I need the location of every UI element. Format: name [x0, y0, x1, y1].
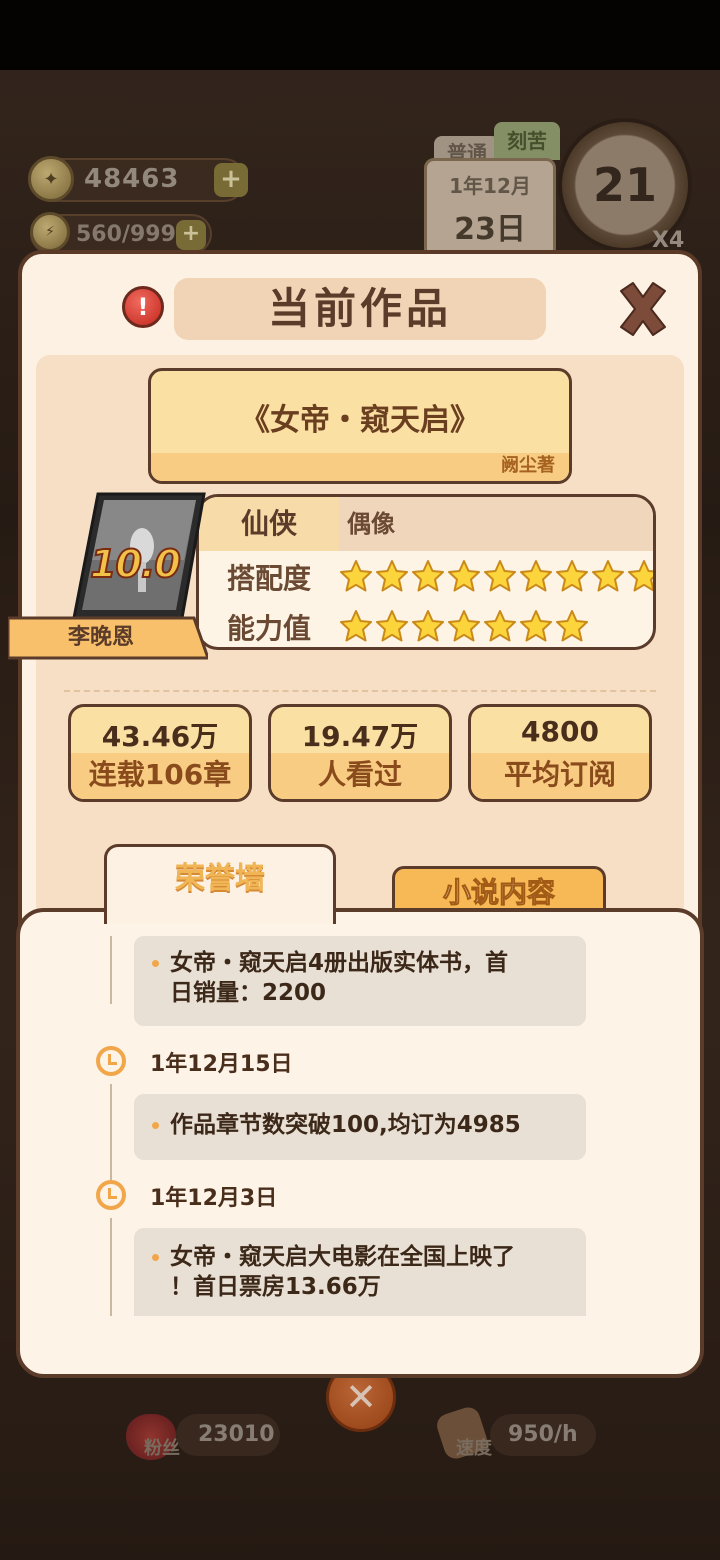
star-icon — [520, 610, 552, 642]
entry-text-line: 日销量：2200 — [170, 980, 327, 1006]
ability-stars — [339, 609, 589, 643]
timeline-line — [110, 936, 112, 1004]
star-icon — [484, 560, 516, 592]
bullet — [152, 960, 159, 967]
star-icon — [592, 560, 624, 592]
timeline-line — [110, 1218, 112, 1316]
star-icon — [556, 560, 588, 592]
work-title-card: 《女帝・窥天启》 阙尘著 — [148, 368, 572, 484]
metric-label: 平均订阅 — [503, 758, 616, 791]
timeline-entry-card: 女帝・窥天启4册出版实体书，首 日销量：2200 — [134, 936, 586, 1026]
dialog-title: 当前作品 — [174, 278, 546, 340]
star-icon — [448, 560, 480, 592]
star-icon — [412, 560, 444, 592]
star-icon — [484, 610, 516, 642]
entry-text-line: 作品章节数突破100,均订为4985 — [170, 1112, 521, 1138]
star-icon — [448, 610, 480, 642]
metric-value: 19.47万 — [301, 720, 419, 753]
timeline-entry-card: 女帝・窥天启大电影在全国上映了 ！首日票房13.66万 — [134, 1228, 586, 1316]
protagonist-ribbon: 李晚恩 — [8, 616, 208, 660]
entry-date: 1年12月3日 — [150, 1186, 278, 1211]
metric-subscriptions: 4800 平均订阅 — [468, 704, 652, 802]
work-title: 《女帝・窥天启》 — [240, 403, 480, 438]
clock-icon — [96, 1180, 126, 1210]
alert-icon[interactable]: ! — [122, 286, 164, 328]
tab-honor-wall[interactable]: 荣誉墙 — [104, 844, 336, 924]
star-icon — [340, 610, 372, 642]
star-icon — [376, 560, 408, 592]
clock-icon — [96, 1046, 126, 1076]
close-icon[interactable] — [608, 274, 678, 344]
star-icon — [340, 560, 372, 592]
protagonist-name: 李晚恩 — [67, 625, 134, 650]
star-icon — [412, 610, 444, 642]
bullet — [152, 1122, 159, 1129]
metric-word-count: 43.46万 连载106章 — [68, 704, 252, 802]
bullet — [152, 1254, 159, 1261]
ability-label: 能力值 — [227, 612, 312, 645]
genre-label: 仙侠 — [199, 497, 339, 551]
metric-label: 连载106章 — [88, 758, 232, 791]
timeline-line — [110, 1084, 112, 1194]
star-icon — [628, 560, 653, 592]
author-name: 阙尘著 — [501, 455, 555, 476]
metric-readers: 19.47万 人看过 — [268, 704, 452, 802]
entry-text-line: 女帝・窥天启大电影在全国上映了 — [170, 1244, 515, 1270]
divider — [64, 690, 656, 692]
star-icon — [520, 560, 552, 592]
entry-text-line: 女帝・窥天启4册出版实体书，首 — [170, 950, 509, 976]
honor-timeline[interactable]: 女帝・窥天启4册出版实体书，首 日销量：2200 1年12月15日 作品章节数突… — [96, 936, 606, 1316]
star-icon — [376, 610, 408, 642]
metric-value: 43.46万 — [101, 720, 219, 753]
genre-tag: 偶像 — [347, 510, 395, 538]
star-icon — [556, 610, 588, 642]
match-label: 搭配度 — [227, 562, 312, 595]
match-stars — [339, 559, 653, 593]
metric-value: 4800 — [521, 715, 599, 748]
work-stats-box: 仙侠 偶像 搭配度 能力值 — [196, 494, 656, 650]
metric-label: 人看过 — [317, 758, 402, 791]
entry-date: 1年12月15日 — [150, 1052, 293, 1077]
entry-text-line: ！首日票房13.66万 — [170, 1274, 381, 1300]
rating-score: 10.0 — [89, 541, 182, 587]
timeline-entry-card: 作品章节数突破100,均订为4985 — [134, 1094, 586, 1160]
